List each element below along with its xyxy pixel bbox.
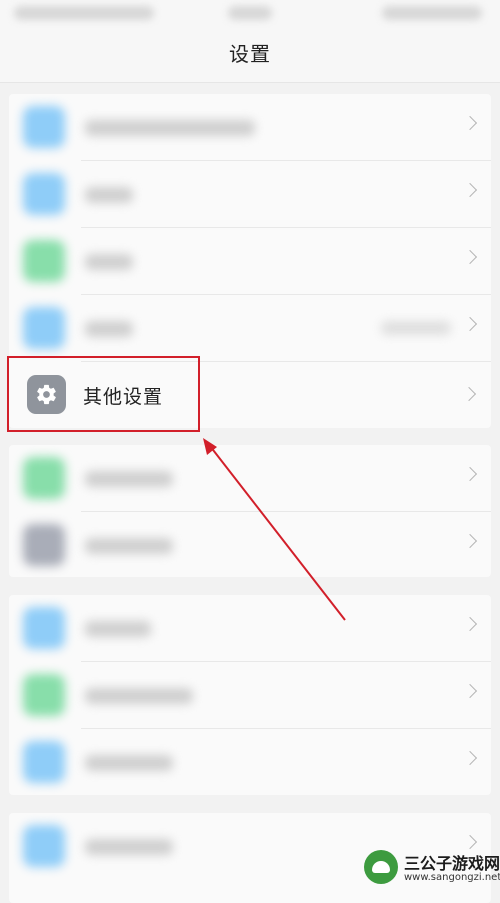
site-watermark: 三公子游戏网 www.sangongzi.net bbox=[360, 846, 500, 889]
android-logo-icon bbox=[364, 850, 398, 884]
annotation-arrow bbox=[203, 438, 346, 621]
arrow-line bbox=[209, 445, 346, 621]
watermark-title: 三公子游戏网 bbox=[404, 854, 500, 873]
watermark-url: www.sangongzi.net bbox=[404, 872, 500, 883]
